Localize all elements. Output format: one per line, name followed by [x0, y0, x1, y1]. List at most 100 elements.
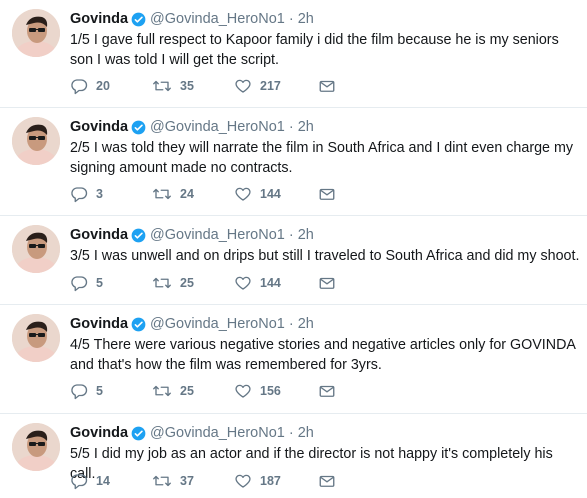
tweet[interactable]: Govinda @Govinda_HeroNo1 · 2h 1/5 I gave… [0, 0, 587, 108]
tweet[interactable]: Govinda @Govinda_HeroNo1 · 2h 3/5 I was … [0, 216, 587, 305]
author-name[interactable]: Govinda [70, 425, 128, 441]
author-handle[interactable]: @Govinda_HeroNo1 [150, 11, 285, 27]
retweet-button[interactable]: 25 [152, 382, 234, 400]
reply-count: 5 [96, 384, 103, 398]
direct-message-button[interactable] [318, 472, 348, 490]
retweet-button[interactable]: 25 [152, 274, 234, 292]
like-button[interactable]: 156 [234, 382, 318, 400]
retweet-icon [152, 274, 172, 292]
separator-dot: · [288, 227, 294, 243]
envelope-icon [318, 472, 336, 490]
timestamp[interactable]: 2h [298, 316, 314, 332]
envelope-icon [318, 77, 336, 95]
like-count: 144 [260, 187, 281, 201]
verified-badge-icon [131, 12, 146, 27]
separator-dot: · [288, 425, 294, 441]
envelope-icon [318, 274, 336, 292]
reply-count: 14 [96, 474, 110, 488]
heart-icon [234, 472, 252, 490]
envelope-icon [318, 185, 336, 203]
retweet-icon [152, 472, 172, 490]
retweet-count: 25 [180, 384, 194, 398]
retweet-icon [152, 185, 172, 203]
author-name[interactable]: Govinda [70, 11, 128, 27]
retweet-count: 35 [180, 79, 194, 93]
author-name[interactable]: Govinda [70, 316, 128, 332]
retweet-button[interactable]: 35 [152, 77, 234, 95]
envelope-icon [318, 382, 336, 400]
avatar[interactable] [12, 423, 60, 471]
retweet-icon [152, 382, 172, 400]
reply-button[interactable]: 3 [70, 185, 152, 203]
tweet-actions: 5 25 156 [70, 382, 348, 400]
reply-icon [70, 185, 88, 203]
author-name[interactable]: Govinda [70, 119, 128, 135]
separator-dot: · [288, 11, 294, 27]
tweet[interactable]: Govinda @Govinda_HeroNo1 · 2h 5/5 I did … [0, 414, 587, 498]
like-count: 144 [260, 276, 281, 290]
tweet-actions: 14 37 187 [70, 472, 348, 490]
avatar[interactable] [12, 117, 60, 165]
reply-button[interactable]: 14 [70, 472, 152, 490]
direct-message-button[interactable] [318, 274, 348, 292]
heart-icon [234, 77, 252, 95]
like-count: 156 [260, 384, 281, 398]
reply-icon [70, 274, 88, 292]
reply-button[interactable]: 5 [70, 382, 152, 400]
verified-badge-icon [131, 426, 146, 441]
reply-button[interactable]: 5 [70, 274, 152, 292]
avatar[interactable] [12, 314, 60, 362]
reply-count: 3 [96, 187, 103, 201]
retweet-icon [152, 77, 172, 95]
retweet-count: 37 [180, 474, 194, 488]
avatar[interactable] [12, 225, 60, 273]
avatar[interactable] [12, 9, 60, 57]
timestamp[interactable]: 2h [298, 227, 314, 243]
author-handle[interactable]: @Govinda_HeroNo1 [150, 227, 285, 243]
reply-icon [70, 77, 88, 95]
author-handle[interactable]: @Govinda_HeroNo1 [150, 425, 285, 441]
separator-dot: · [288, 119, 294, 135]
reply-icon [70, 382, 88, 400]
direct-message-button[interactable] [318, 185, 348, 203]
author-handle[interactable]: @Govinda_HeroNo1 [150, 119, 285, 135]
timestamp[interactable]: 2h [298, 119, 314, 135]
tweet-text: 4/5 There were various negative stories … [70, 337, 576, 373]
heart-icon [234, 185, 252, 203]
reply-count: 5 [96, 276, 103, 290]
timestamp[interactable]: 2h [298, 11, 314, 27]
verified-badge-icon [131, 317, 146, 332]
retweet-count: 24 [180, 187, 194, 201]
retweet-count: 25 [180, 276, 194, 290]
verified-badge-icon [131, 120, 146, 135]
like-count: 217 [260, 79, 281, 93]
tweet-actions: 3 24 144 [70, 185, 348, 203]
reply-button[interactable]: 20 [70, 77, 152, 95]
like-button[interactable]: 144 [234, 274, 318, 292]
heart-icon [234, 274, 252, 292]
tweet-text: 3/5 I was unwell and on drips but still … [70, 248, 580, 264]
tweet-actions: 5 25 144 [70, 274, 348, 292]
direct-message-button[interactable] [318, 77, 348, 95]
verified-badge-icon [131, 228, 146, 243]
like-count: 187 [260, 474, 281, 488]
retweet-button[interactable]: 24 [152, 185, 234, 203]
reply-count: 20 [96, 79, 110, 93]
heart-icon [234, 382, 252, 400]
like-button[interactable]: 187 [234, 472, 318, 490]
retweet-button[interactable]: 37 [152, 472, 234, 490]
tweet[interactable]: Govinda @Govinda_HeroNo1 · 2h 4/5 There … [0, 305, 587, 414]
like-button[interactable]: 217 [234, 77, 318, 95]
tweet-actions: 20 35 217 [70, 77, 348, 95]
author-handle[interactable]: @Govinda_HeroNo1 [150, 316, 285, 332]
direct-message-button[interactable] [318, 382, 348, 400]
tweet-text: 2/5 I was told they will narrate the fil… [70, 140, 574, 176]
tweet-text: 1/5 I gave full respect to Kapoor family… [70, 32, 559, 68]
author-name[interactable]: Govinda [70, 227, 128, 243]
tweet[interactable]: Govinda @Govinda_HeroNo1 · 2h 2/5 I was … [0, 108, 587, 216]
separator-dot: · [288, 316, 294, 332]
reply-icon [70, 472, 88, 490]
like-button[interactable]: 144 [234, 185, 318, 203]
tweet-timeline: Govinda @Govinda_HeroNo1 · 2h 1/5 I gave… [0, 0, 587, 498]
timestamp[interactable]: 2h [298, 425, 314, 441]
